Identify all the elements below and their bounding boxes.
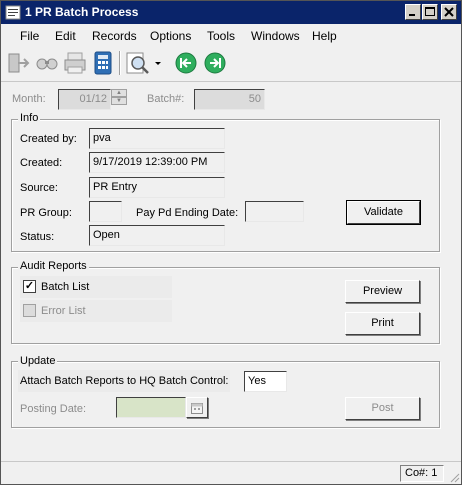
- update-group-title: Update: [18, 355, 58, 367]
- pr-group-label: PR Group:: [20, 207, 72, 219]
- validate-button[interactable]: Validate: [346, 200, 421, 225]
- posting-date-picker-button[interactable]: [186, 397, 208, 418]
- chevron-down-icon[interactable]: [152, 50, 164, 76]
- info-group-title: Info: [18, 112, 41, 124]
- toolbar: [1, 46, 461, 82]
- created-date-field[interactable]: 9/17/2019 12:39:00 PM: [89, 152, 225, 173]
- resize-grip-icon[interactable]: [448, 471, 460, 483]
- close-icon: [444, 7, 454, 17]
- batch-list-label: Batch List: [41, 281, 90, 293]
- menu-edit[interactable]: Edit: [55, 29, 76, 43]
- posting-date-label: Posting Date:: [20, 403, 87, 415]
- error-list-checkbox: [23, 304, 36, 317]
- next-record-icon[interactable]: [202, 50, 228, 76]
- error-list-label: Error List: [41, 305, 86, 317]
- month-spinner[interactable]: ▲ ▼: [111, 89, 127, 106]
- status-bar: Co#: 1: [1, 461, 461, 484]
- preview-icon[interactable]: [125, 50, 151, 76]
- window-title: 1 PR Batch Process: [25, 5, 139, 19]
- menu-records[interactable]: Records: [92, 29, 137, 43]
- source-label: Source:: [20, 182, 58, 194]
- maximize-button[interactable]: [422, 4, 438, 20]
- audit-reports-group-title: Audit Reports: [18, 260, 89, 272]
- month-field[interactable]: 01/12: [58, 89, 111, 110]
- status-label: Status:: [20, 231, 55, 243]
- created-label: Created:: [20, 157, 63, 169]
- preview-button[interactable]: Preview: [345, 280, 420, 303]
- app-icon: [5, 5, 21, 20]
- company-number: Co#: 1: [400, 465, 444, 482]
- print-icon[interactable]: [62, 50, 88, 76]
- error-list-row: Error List: [20, 300, 172, 322]
- spin-up-icon[interactable]: ▲: [111, 89, 127, 97]
- post-button[interactable]: Post: [345, 397, 420, 420]
- source-field[interactable]: PR Entry: [89, 177, 225, 198]
- pr-group-field[interactable]: [89, 201, 122, 222]
- close-button[interactable]: [441, 4, 457, 20]
- menu-help[interactable]: Help: [312, 29, 337, 43]
- maximize-icon: [425, 7, 435, 16]
- menu-tools[interactable]: Tools: [207, 29, 235, 43]
- batch-list-checkbox[interactable]: ✓: [23, 280, 36, 293]
- minimize-icon: [409, 14, 415, 16]
- month-label: Month:: [12, 93, 46, 105]
- batch-label: Batch#:: [147, 93, 185, 105]
- batch-process-window: 1 PR Batch Process File Edit Records Opt…: [0, 0, 462, 485]
- calculator-icon[interactable]: [90, 50, 116, 76]
- attach-reports-row: Attach Batch Reports to HQ Batch Control…: [18, 370, 230, 392]
- spin-down-icon[interactable]: ▼: [111, 97, 127, 105]
- print-button[interactable]: Print: [345, 312, 420, 335]
- pay-pd-ending-date-field[interactable]: [245, 201, 304, 222]
- posting-date-field[interactable]: [116, 397, 186, 418]
- menu-windows[interactable]: Windows: [251, 29, 300, 43]
- created-by-label: Created by:: [20, 133, 77, 145]
- attach-reports-field[interactable]: Yes: [244, 371, 287, 392]
- find-icon[interactable]: [34, 50, 60, 76]
- menu-file[interactable]: File: [20, 29, 39, 43]
- calendar-icon: [191, 403, 203, 414]
- status-field[interactable]: Open: [89, 225, 225, 246]
- batch-number-field[interactable]: 50: [194, 89, 265, 110]
- title-bar[interactable]: 1 PR Batch Process: [1, 1, 461, 24]
- attach-reports-label: Attach Batch Reports to HQ Batch Control…: [20, 375, 229, 387]
- menu-bar: File Edit Records Options Tools Windows …: [1, 24, 461, 46]
- minimize-button[interactable]: [405, 4, 421, 20]
- first-record-icon[interactable]: [173, 50, 199, 76]
- created-by-field[interactable]: pva: [89, 128, 225, 149]
- menu-options[interactable]: Options: [150, 29, 191, 43]
- pay-pd-ending-date-label: Pay Pd Ending Date:: [136, 207, 239, 219]
- exit-icon[interactable]: [6, 50, 32, 76]
- toolbar-separator: [119, 51, 121, 75]
- batch-list-row[interactable]: ✓ Batch List: [20, 276, 172, 298]
